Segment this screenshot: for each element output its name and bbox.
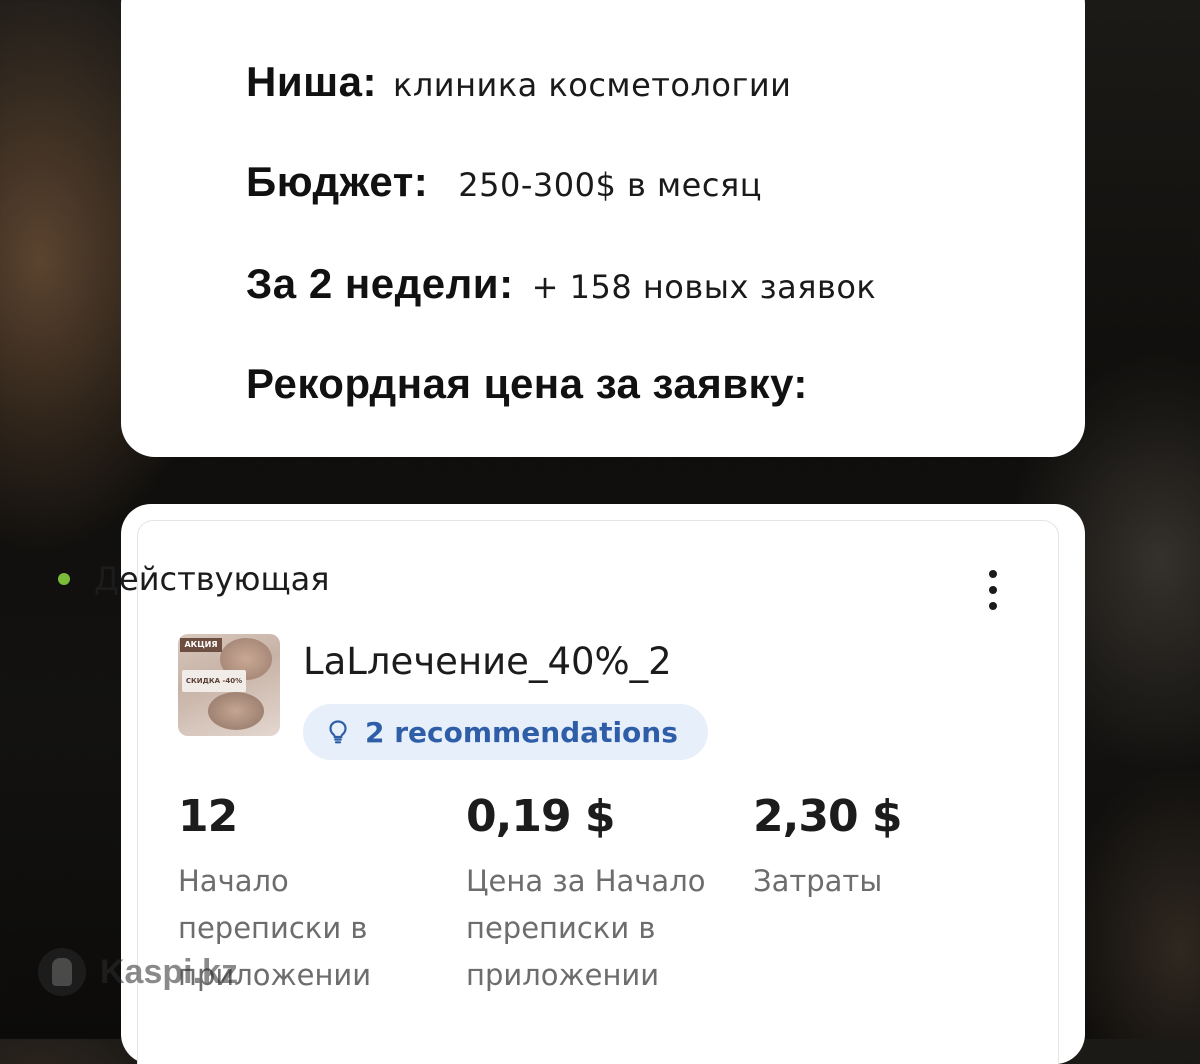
period-value: + 158 новых заявок <box>531 268 877 306</box>
metric-value: 0,19 $ <box>466 791 616 842</box>
thumbnail-promo: СКИДКА -40% <box>182 670 246 692</box>
status-label: Действующая <box>94 560 330 598</box>
kaspi-logo-icon <box>38 948 86 996</box>
period-row: За 2 недели: + 158 новых заявок <box>246 260 876 308</box>
metric-value: 2,30 $ <box>753 791 903 842</box>
budget-label: Бюджет: <box>246 158 429 205</box>
recommendations-chip[interactable]: 2 recommendations <box>303 704 708 760</box>
metric-spend: 2,30 $ Затраты <box>753 790 1033 905</box>
info-card: Ниша: клиника косметологии Бюджет: 250-3… <box>121 0 1085 457</box>
kaspi-watermark: Kaspi.kz <box>38 948 238 996</box>
metric-label: Цена за Начало переписки в приложении <box>466 864 706 992</box>
budget-row: Бюджет: 250-300$ в месяц <box>246 158 762 206</box>
metric-cost-per-conversation: 0,19 $ Цена за Начало переписки в прилож… <box>466 790 746 999</box>
status-dot-icon <box>58 573 70 585</box>
campaign-status: Действующая <box>58 560 329 598</box>
record-row: Рекордная цена за заявку: <box>246 360 808 408</box>
vertical-dots-icon <box>989 570 997 578</box>
metric-label: Затраты <box>753 864 883 898</box>
thumbnail-tag: АКЦИЯ <box>180 638 222 652</box>
metric-value: 12 <box>178 791 238 842</box>
niche-row: Ниша: клиника косметологии <box>246 58 791 106</box>
more-options-button[interactable] <box>981 570 1005 610</box>
ad-thumbnail[interactable]: АКЦИЯ СКИДКА -40% <box>178 634 280 736</box>
period-label: За 2 недели: <box>246 260 514 307</box>
ad-name[interactable]: LaLлечение_40%_2 <box>303 640 672 683</box>
budget-value: 250-300$ в месяц <box>458 166 762 204</box>
record-price-label: Рекордная цена за заявку: <box>246 360 808 407</box>
watermark-text: Kaspi.kz <box>100 952 238 991</box>
niche-value: клиника косметологии <box>393 66 792 104</box>
lightbulb-icon <box>329 720 347 744</box>
recommendations-label: 2 recommendations <box>365 715 678 749</box>
niche-label: Ниша: <box>246 58 378 105</box>
